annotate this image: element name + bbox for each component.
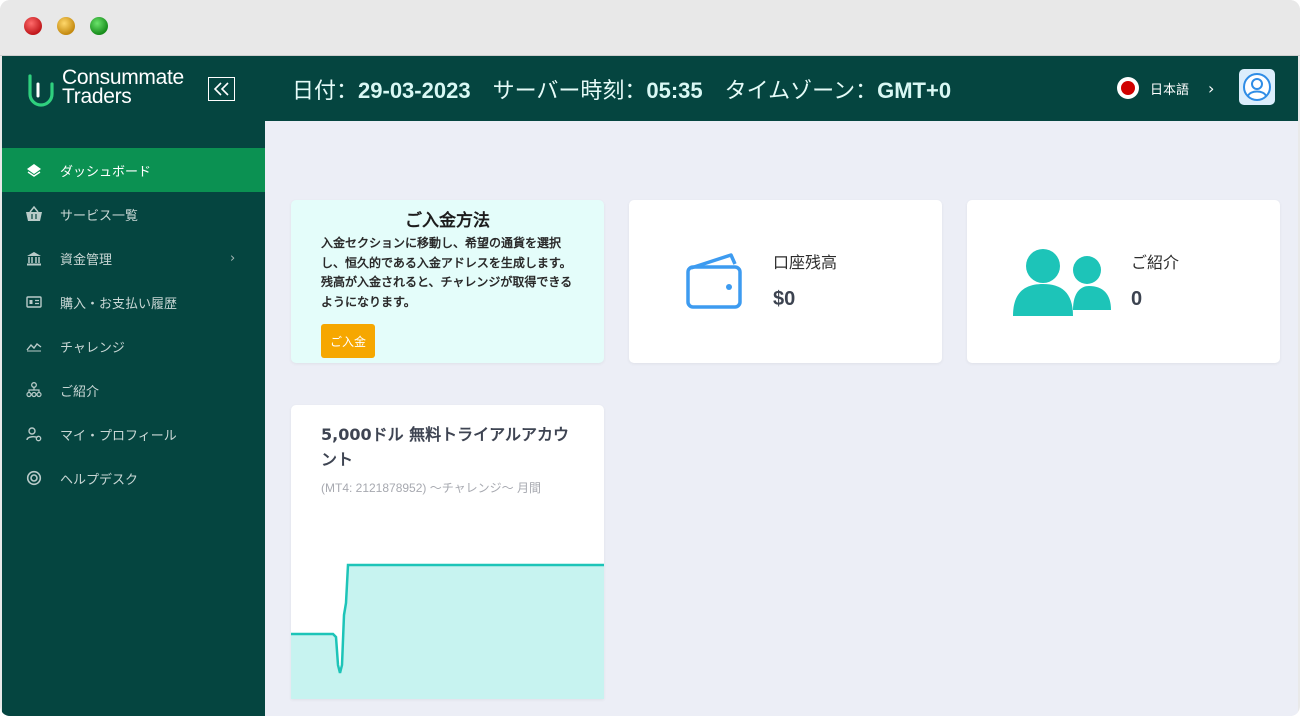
sidebar-item-label: チャレンジ xyxy=(60,340,125,356)
language-label: 日本語 xyxy=(1150,82,1190,98)
browser-window: Consummate Traders 日付：29-03-2023 サーバー時刻：0… xyxy=(0,0,1300,716)
referral-card: ご紹介 0 xyxy=(967,200,1280,363)
sidebar-item-label: 購入・お支払い履歴 xyxy=(60,296,178,312)
sidebar-item-referral[interactable]: ご紹介 xyxy=(2,368,265,412)
maximize-window-button[interactable] xyxy=(90,17,108,35)
date-label: 日付： xyxy=(292,78,359,103)
deposit-guide-card: ご入金方法 入金セクションに移動し、希望の通貨を選択し、恒久的である入金アドレス… xyxy=(291,200,604,363)
referral-value: 0 xyxy=(1131,288,1143,310)
user-avatar-icon xyxy=(1243,73,1271,101)
sidebar-item-label: 資金管理 xyxy=(60,252,113,268)
network-icon xyxy=(25,381,43,399)
sidebar-item-challenge[interactable]: チャレンジ xyxy=(2,324,265,368)
timezone-value: GMT+0 xyxy=(877,78,952,103)
japan-flag-icon xyxy=(1117,77,1139,99)
brand-name-line2: Traders xyxy=(62,85,132,108)
wallet-icon xyxy=(686,253,742,309)
sidebar-item-helpdesk[interactable]: ヘルプデスク xyxy=(2,456,265,500)
close-window-button[interactable] xyxy=(24,17,42,35)
language-selector[interactable]: 日本語 xyxy=(1117,77,1189,99)
lifebuoy-icon xyxy=(25,469,43,487)
sidebar-item-label: マイ・プロフィール xyxy=(60,428,177,444)
referral-label: ご紹介 xyxy=(1131,253,1180,272)
deposit-button[interactable]: ご入金 xyxy=(321,324,375,358)
language-chevron-icon[interactable]: › xyxy=(1208,79,1214,98)
diamond-icon xyxy=(25,161,43,179)
brand-mark-icon xyxy=(28,74,54,107)
sidebar-item-services[interactable]: サービス一覧 xyxy=(2,192,265,236)
server-time-value: 05:35 xyxy=(646,78,703,103)
sidebar-item-dashboard[interactable]: ダッシュボード xyxy=(2,148,265,192)
minimize-window-button[interactable] xyxy=(57,17,75,35)
basket-icon xyxy=(25,205,43,223)
trial-account-title: 5,000ドル 無料トライアルアカウント xyxy=(321,425,570,469)
app-root: Consummate Traders 日付：29-03-2023 サーバー時刻：0… xyxy=(2,56,1298,716)
sidebar: ダッシュボード サービス一覧 資金管理 › 購入・お支払い履歴 チャレンジ ご紹… xyxy=(2,121,265,716)
sidebar-item-label: サービス一覧 xyxy=(60,208,139,224)
deposit-title: ご入金方法 xyxy=(405,211,490,231)
bank-icon xyxy=(25,249,43,267)
brand-logo[interactable]: Consummate Traders xyxy=(26,67,236,108)
brand-name: Consummate Traders xyxy=(62,67,184,108)
date-value: 29-03-2023 xyxy=(358,78,471,103)
balance-label: 口座残高 xyxy=(773,253,838,272)
receipt-icon xyxy=(25,293,43,311)
server-time-label: サーバー時刻： xyxy=(492,78,647,103)
users-icon xyxy=(1013,249,1111,316)
chevron-right-icon: › xyxy=(230,250,236,266)
user-avatar-button[interactable] xyxy=(1239,69,1275,105)
sparkline-area xyxy=(291,565,604,699)
sidebar-item-label: ダッシュボード xyxy=(60,164,152,180)
sidebar-item-label: ヘルプデスク xyxy=(60,472,139,488)
top-bar: Consummate Traders 日付：29-03-2023 サーバー時刻：0… xyxy=(2,56,1298,121)
sidebar-item-funds[interactable]: 資金管理 › xyxy=(2,236,265,280)
sidebar-item-profile[interactable]: マイ・プロフィール xyxy=(2,412,265,456)
user-settings-icon xyxy=(25,425,43,443)
equity-sparkline xyxy=(291,563,604,699)
window-titlebar xyxy=(0,0,1300,56)
trial-account-subtitle: (MT4: 2121878952) 〜チャレンジ〜 月間 xyxy=(321,481,541,495)
header-info: 日付：29-03-2023 サーバー時刻：05:35 タイムゾーン：GMT+0 xyxy=(292,73,973,105)
timezone-label: タイムゾーン： xyxy=(724,78,878,103)
trend-icon xyxy=(25,337,43,355)
trial-account-card[interactable]: 5,000ドル 無料トライアルアカウント (MT4: 2121878952) 〜… xyxy=(291,405,604,699)
sidebar-item-label: ご紹介 xyxy=(60,384,100,400)
balance-card: 口座残高 $0 xyxy=(629,200,942,363)
sidebar-collapse-button[interactable] xyxy=(208,77,235,101)
deposit-description: 入金セクションに移動し、希望の通貨を選択し、恒久的である入金アドレスを生成します… xyxy=(321,236,573,309)
double-chevron-left-icon xyxy=(213,82,229,96)
balance-value: $0 xyxy=(773,288,796,310)
sidebar-item-history[interactable]: 購入・お支払い履歴 xyxy=(2,280,265,324)
